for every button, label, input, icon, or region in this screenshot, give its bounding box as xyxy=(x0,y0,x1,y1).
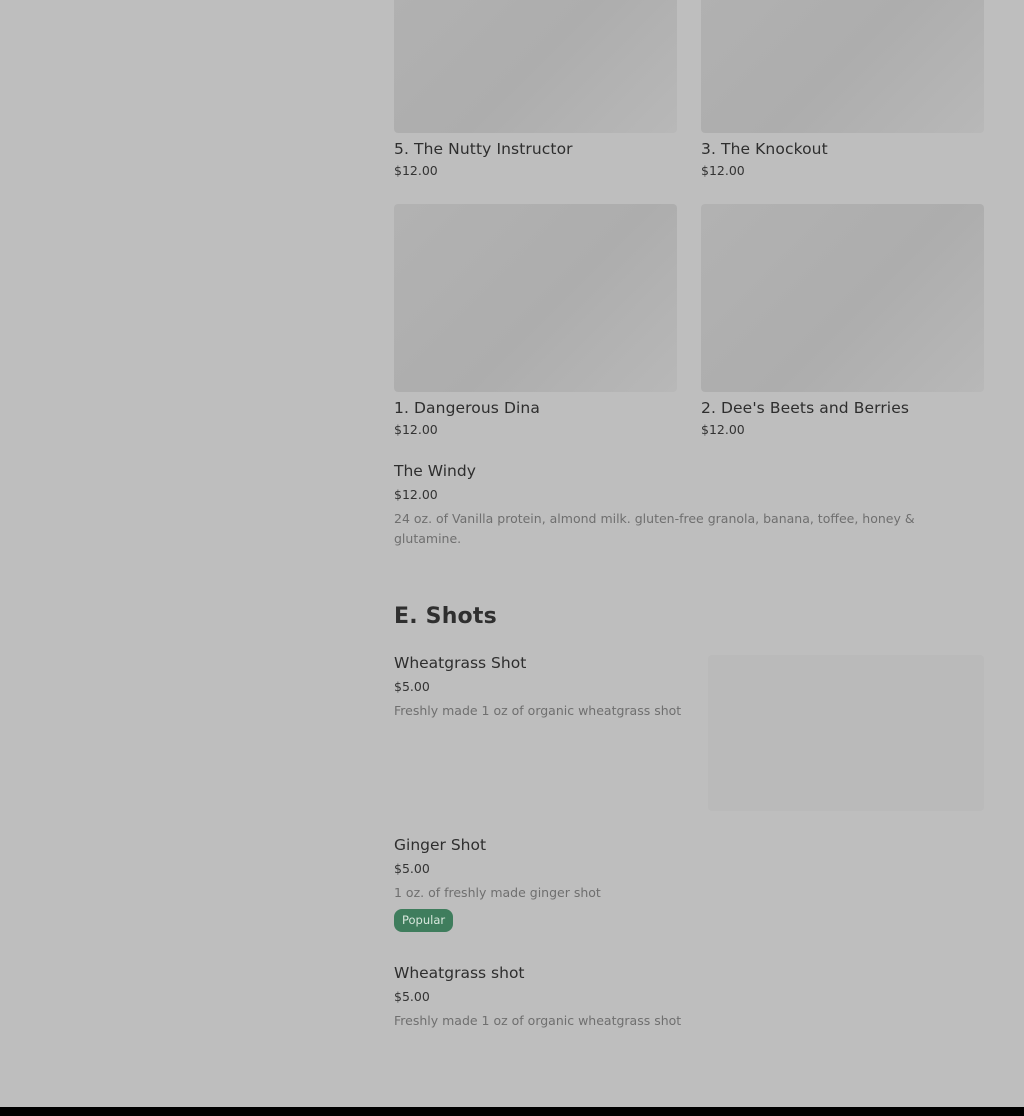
menu-item-image[interactable] xyxy=(708,655,984,811)
menu-item-row[interactable]: Ginger Shot $5.00 1 oz. of freshly made … xyxy=(394,834,984,932)
menu-item-price: $12.00 xyxy=(394,163,438,178)
menu-item-price: $5.00 xyxy=(394,861,430,876)
menu-item-name: 2. Dee's Beets and Berries xyxy=(701,399,910,417)
footer-bar xyxy=(0,1107,1024,1116)
menu-item-name: 1. Dangerous Dina xyxy=(394,399,540,417)
menu-item-row[interactable]: Wheatgrass Shot $5.00 Freshly made 1 oz … xyxy=(394,652,694,721)
menu-item-image xyxy=(394,0,677,133)
menu-item-name: 3. The Knockout xyxy=(701,140,828,158)
menu-item-row[interactable]: Wheatgrass shot $5.00 Freshly made 1 oz … xyxy=(394,962,984,1031)
menu-item-name: Wheatgrass Shot xyxy=(394,654,527,672)
menu-item-description: 24 oz. of Vanilla protein, almond milk. … xyxy=(394,511,915,546)
menu-item-card[interactable]: 1. Dangerous Dina $12.00 xyxy=(394,204,677,440)
popular-badge: Popular xyxy=(394,909,454,932)
menu-item-price: $5.00 xyxy=(394,989,430,1004)
menu-item-name: Ginger Shot xyxy=(394,836,487,854)
menu-item-price: $12.00 xyxy=(701,163,745,178)
menu-item-card[interactable]: 5. The Nutty Instructor $12.00 xyxy=(394,0,677,181)
menu-item-price: $12.00 xyxy=(394,487,438,502)
menu-item-description: 1 oz. of freshly made ginger shot xyxy=(394,885,601,900)
section-title-shots: E. Shots xyxy=(394,604,497,629)
menu-item-description: Freshly made 1 oz of organic wheatgrass … xyxy=(394,1013,682,1028)
menu-item-card[interactable]: 2. Dee's Beets and Berries $12.00 xyxy=(701,204,984,440)
menu-item-description: Freshly made 1 oz of organic wheatgrass … xyxy=(394,703,682,718)
menu-item-image xyxy=(394,204,677,392)
menu-item-name: 5. The Nutty Instructor xyxy=(394,140,573,158)
menu-item-image xyxy=(701,204,984,392)
menu-item-price: $12.00 xyxy=(701,422,745,437)
menu-item-name: Wheatgrass shot xyxy=(394,964,525,982)
menu-item-price: $12.00 xyxy=(394,422,438,437)
menu-item-row[interactable]: The Windy $12.00 24 oz. of Vanilla prote… xyxy=(394,460,984,549)
menu-item-price: $5.00 xyxy=(394,679,430,694)
menu-item-card[interactable]: 3. The Knockout $12.00 xyxy=(701,0,984,181)
menu-item-image xyxy=(701,0,984,133)
menu-item-name: The Windy xyxy=(394,462,476,480)
menu-page: 5. The Nutty Instructor $12.00 3. The Kn… xyxy=(0,0,1024,1116)
